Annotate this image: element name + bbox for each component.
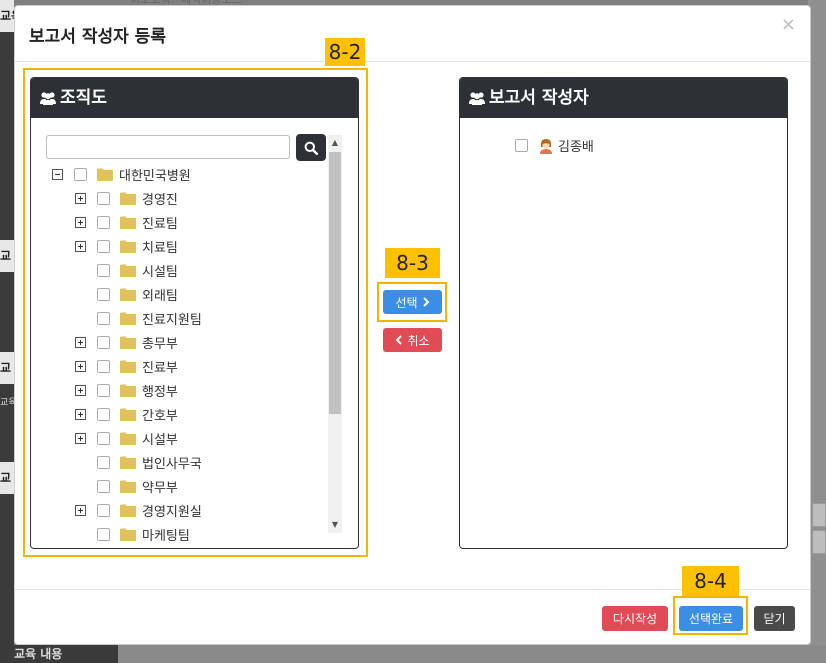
reset-button[interactable]: 다시작성 <box>602 606 668 631</box>
user-icon <box>540 138 552 154</box>
annotation-label: 8-2 <box>325 38 365 66</box>
author-checkbox[interactable] <box>515 139 528 152</box>
modal-header: 보고서 작성자 등록 × <box>15 6 810 62</box>
report-author-title: 보고서 작성자 <box>489 88 589 108</box>
background-tab: 교 <box>0 240 14 272</box>
users-icon <box>469 92 485 105</box>
report-author-header: 보고서 작성자 <box>460 78 787 118</box>
annotation-box-org-chart <box>23 68 368 557</box>
close-button[interactable]: 닫기 <box>754 606 795 631</box>
background-tab: 교 <box>0 352 14 384</box>
background-footer: 교육 내용 <box>0 645 826 663</box>
modal-title: 보고서 작성자 등록 <box>29 27 166 47</box>
background-grid-cell <box>812 530 826 554</box>
annotation-box-select <box>377 282 447 322</box>
author-name: 김종배 <box>558 140 594 155</box>
report-author-panel: 보고서 작성자 김종배 <box>459 77 788 549</box>
annotation-label: 8-4 <box>682 566 739 596</box>
background-footer-label: 교육 내용 <box>0 645 118 663</box>
author-list-item[interactable]: 김종배 <box>515 136 594 155</box>
cancel-button[interactable]: 취소 <box>383 328 442 352</box>
close-icon[interactable]: × <box>781 14 796 35</box>
annotation-box-complete <box>673 596 748 635</box>
annotation-label: 8-3 <box>385 248 440 278</box>
background-tab: 교육 유형 <box>0 0 14 32</box>
chevron-left-icon <box>396 335 403 345</box>
background-tab: 교 <box>0 462 14 494</box>
background-sidebar: 교육 유형 교 교 교육 교 <box>0 0 14 663</box>
background-grid-cell <box>812 503 826 527</box>
background-tab: 교육 <box>0 395 14 449</box>
cancel-button-label: 취소 <box>407 333 430 348</box>
